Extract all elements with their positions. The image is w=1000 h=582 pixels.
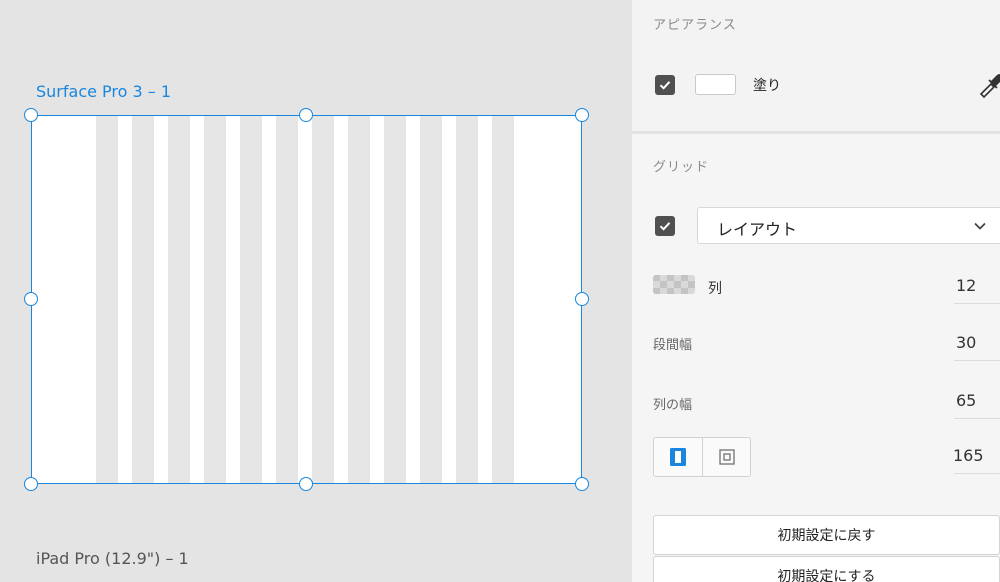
fill-color-swatch[interactable] — [695, 74, 736, 95]
grid-section: グリッド レイアウト 列 12 段間幅 30 列の幅 65 165 初期設定に戻… — [632, 134, 1000, 582]
eyedropper-icon[interactable] — [976, 72, 1000, 98]
canvas[interactable]: Surface Pro 3 – 1 iPad Pro (12.9") – 1 — [0, 0, 632, 582]
columns-value: 12 — [956, 276, 977, 295]
uniform-margin-button[interactable] — [654, 438, 703, 476]
artboard-surface-pro-3[interactable] — [31, 115, 582, 484]
resize-handle-bottom-left[interactable] — [24, 477, 38, 491]
grid-column — [384, 116, 406, 483]
margin-mode-toggle — [653, 437, 751, 477]
grid-column — [456, 116, 478, 483]
gutter-width-input[interactable]: 30 — [954, 327, 1000, 361]
grid-checkbox[interactable] — [655, 216, 675, 236]
resize-handle-bottom-right[interactable] — [575, 477, 589, 491]
resize-handle-top-left[interactable] — [24, 108, 38, 122]
grid-column — [276, 116, 298, 483]
grid-column — [204, 116, 226, 483]
fill-checkbox[interactable] — [655, 75, 675, 95]
resize-handle-right[interactable] — [575, 292, 589, 306]
reset-to-default-button[interactable]: 初期設定に戻す — [653, 515, 1000, 555]
gutter-width-value: 30 — [956, 333, 977, 352]
margin-input[interactable]: 165 — [953, 440, 1000, 474]
margin-value: 165 — [953, 446, 984, 465]
property-inspector: アピアランス 塗り グリッド レイアウト 列 12 段間幅 30 列の幅 65 … — [632, 0, 1000, 582]
grid-column — [168, 116, 190, 483]
grid-column — [240, 116, 262, 483]
grid-type-select[interactable]: レイアウト — [697, 207, 1000, 244]
gutter-width-label: 段間幅 — [653, 338, 693, 353]
resize-handle-left[interactable] — [24, 292, 38, 306]
fill-label: 塗り — [753, 78, 781, 94]
uniform-margin-icon — [670, 448, 686, 466]
columns-input[interactable]: 12 — [954, 270, 1000, 304]
check-icon — [659, 81, 671, 90]
custom-margin-icon — [719, 449, 735, 465]
check-icon — [659, 222, 671, 231]
grid-column — [492, 116, 514, 483]
resize-handle-top[interactable] — [299, 108, 313, 122]
appearance-title: アピアランス — [653, 18, 737, 33]
artboard-name-label[interactable]: Surface Pro 3 – 1 — [36, 82, 171, 101]
grid-column — [96, 116, 118, 483]
appearance-section: アピアランス 塗り — [632, 0, 1000, 131]
set-as-default-button[interactable]: 初期設定にする — [653, 556, 1000, 582]
grid-column — [312, 116, 334, 483]
resize-handle-top-right[interactable] — [575, 108, 589, 122]
resize-handle-bottom[interactable] — [299, 477, 313, 491]
column-width-label: 列の幅 — [653, 398, 693, 413]
grid-column — [132, 116, 154, 483]
artboard-name-label-secondary[interactable]: iPad Pro (12.9") – 1 — [36, 549, 189, 568]
grid-color-swatch[interactable] — [653, 275, 695, 294]
custom-margin-button[interactable] — [703, 438, 751, 476]
column-width-value: 65 — [956, 391, 977, 410]
grid-title: グリッド — [653, 160, 710, 175]
grid-column — [420, 116, 442, 483]
grid-column — [348, 116, 370, 483]
grid-type-value: レイアウト — [717, 220, 798, 239]
column-width-input[interactable]: 65 — [954, 385, 1000, 419]
chevron-down-icon — [974, 222, 986, 230]
columns-label: 列 — [708, 281, 722, 297]
